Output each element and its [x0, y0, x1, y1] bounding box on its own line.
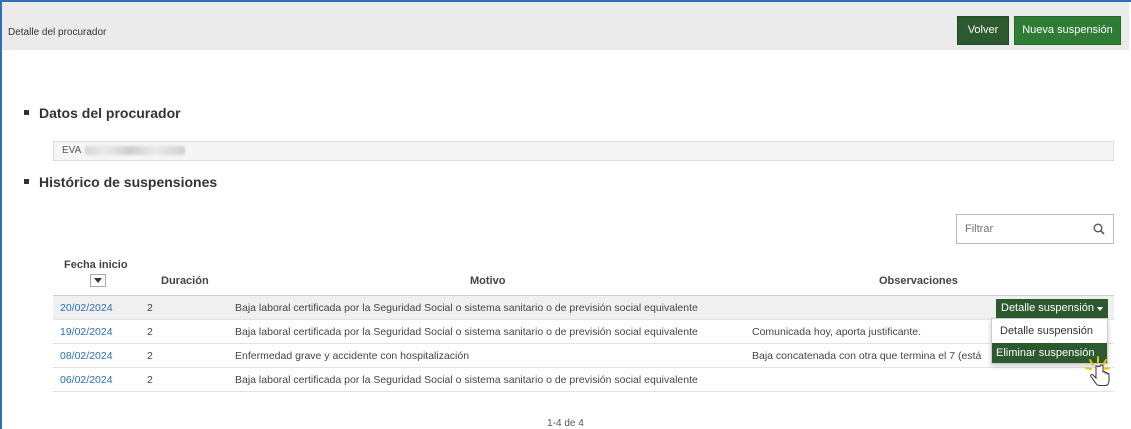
cell-motivo: Baja laboral certificada por la Segurida…: [235, 326, 698, 338]
hand-cursor-icon: [1085, 356, 1110, 386]
column-header-observaciones[interactable]: Observaciones: [879, 275, 958, 287]
cell-duracion: 2: [147, 374, 153, 386]
bullet-icon: [24, 109, 29, 115]
section-historico-label: Histórico de suspensiones: [39, 174, 218, 190]
back-button[interactable]: Volver: [957, 16, 1009, 45]
cell-fecha[interactable]: 20/02/2024: [60, 302, 113, 314]
table-row[interactable]: 06/02/2024 2 Baja laboral certificada po…: [53, 368, 1114, 392]
bullet-icon: [24, 178, 29, 184]
pagination-info: 1-4 de 4: [547, 418, 584, 429]
column-header-fecha[interactable]: Fecha inicio: [64, 259, 128, 271]
procurador-name: EVA: [62, 145, 82, 156]
filter-input[interactable]: [963, 216, 1083, 242]
procurador-name-field: EVA: [53, 141, 1114, 161]
cell-duracion: 2: [147, 302, 153, 314]
column-header-motivo[interactable]: Motivo: [470, 275, 505, 287]
cell-duracion: 2: [147, 326, 153, 338]
cell-observaciones: Baja concatenada con otra que termina el…: [752, 350, 982, 362]
cell-fecha[interactable]: 08/02/2024: [60, 350, 113, 362]
menu-item-detalle[interactable]: Detalle suspensión: [992, 321, 1107, 341]
cell-motivo: Baja laboral certificada por la Segurida…: [235, 302, 698, 314]
section-datos-title: Datos del procurador: [24, 105, 181, 121]
sort-desc-icon[interactable]: [90, 274, 106, 287]
cell-observaciones: Comunicada hoy, aporta justificante.: [752, 326, 922, 338]
row-actions-dropdown-button[interactable]: Detalle suspensión: [996, 299, 1108, 318]
redacted-name: [85, 145, 186, 155]
caret-down-icon: [1097, 307, 1103, 311]
cell-fecha[interactable]: 19/02/2024: [60, 326, 113, 338]
section-datos-label: Datos del procurador: [39, 105, 181, 121]
section-historico-title: Histórico de suspensiones: [24, 174, 217, 190]
page-title: Detalle del procurador: [8, 27, 107, 38]
filter-field[interactable]: [956, 214, 1114, 244]
cell-fecha[interactable]: 06/02/2024: [60, 374, 113, 386]
table-row[interactable]: 08/02/2024 2 Enfermedad grave y accident…: [53, 344, 1114, 368]
cell-motivo: Enfermedad grave y accidente con hospita…: [235, 350, 470, 362]
search-icon[interactable]: [1093, 223, 1105, 235]
column-header-duracion[interactable]: Duración: [161, 275, 209, 287]
new-suspension-button[interactable]: Nueva suspensión: [1014, 16, 1121, 45]
cell-duracion: 2: [147, 350, 153, 362]
table-row[interactable]: 20/02/2024 2 Baja laboral certificada po…: [53, 296, 1114, 320]
cell-motivo: Baja laboral certificada por la Segurida…: [235, 374, 698, 386]
table-row[interactable]: 19/02/2024 2 Baja laboral certificada po…: [53, 320, 1114, 344]
row-actions-label: Detalle suspensión: [1001, 302, 1094, 314]
